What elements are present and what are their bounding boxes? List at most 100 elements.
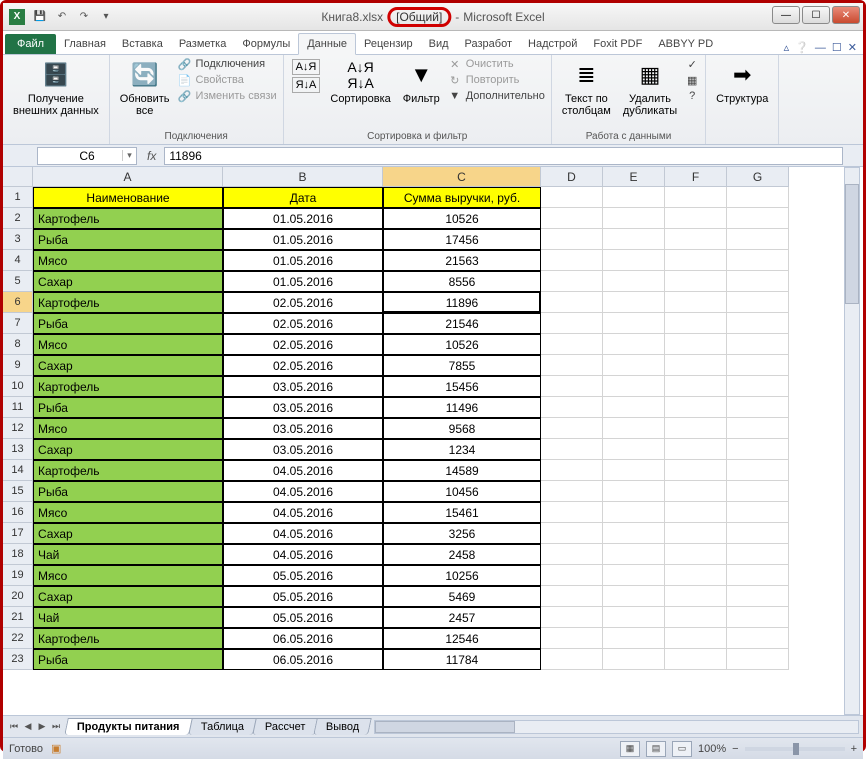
cell-C21[interactable]: 2457: [383, 607, 541, 628]
cell-D6[interactable]: [541, 292, 603, 313]
col-header-B[interactable]: B: [223, 167, 383, 187]
cell-C20[interactable]: 5469: [383, 586, 541, 607]
window-close[interactable]: ✕: [832, 6, 860, 24]
cell-E21[interactable]: [603, 607, 665, 628]
cell-C8[interactable]: 10526: [383, 334, 541, 355]
cell-A5[interactable]: Сахар: [33, 271, 223, 292]
formula-bar[interactable]: 11896: [164, 147, 843, 165]
consolidate-button[interactable]: ▦: [685, 73, 699, 87]
cell-F13[interactable]: [665, 439, 727, 460]
cell-B9[interactable]: 02.05.2016: [223, 355, 383, 376]
cell-E15[interactable]: [603, 481, 665, 502]
row-header-8[interactable]: 8: [3, 334, 33, 355]
sheet-nav-prev[interactable]: ◀: [21, 721, 35, 732]
sort-button[interactable]: А↓ЯЯ↓А Сортировка: [326, 57, 394, 107]
cell-D21[interactable]: [541, 607, 603, 628]
cell-F12[interactable]: [665, 418, 727, 439]
cell-C9[interactable]: 7855: [383, 355, 541, 376]
row-header-12[interactable]: 12: [3, 418, 33, 439]
cell-A8[interactable]: Мясо: [33, 334, 223, 355]
row-header-15[interactable]: 15: [3, 481, 33, 502]
cell-D22[interactable]: [541, 628, 603, 649]
col-header-F[interactable]: F: [665, 167, 727, 187]
cell-C2[interactable]: 10526: [383, 208, 541, 229]
cell-G21[interactable]: [727, 607, 789, 628]
col-header-C[interactable]: C: [383, 167, 541, 187]
cell-G16[interactable]: [727, 502, 789, 523]
cell-B7[interactable]: 02.05.2016: [223, 313, 383, 334]
refresh-all-button[interactable]: 🔄 Обновить все: [116, 57, 174, 119]
cell-D19[interactable]: [541, 565, 603, 586]
cell-B15[interactable]: 04.05.2016: [223, 481, 383, 502]
tab-abbyy[interactable]: ABBYY PD: [650, 34, 721, 54]
cell-C12[interactable]: 9568: [383, 418, 541, 439]
workbook-restore-icon[interactable]: ☐: [832, 41, 842, 54]
advanced-filter-button[interactable]: ▼Дополнительно: [448, 89, 545, 103]
cell-D16[interactable]: [541, 502, 603, 523]
cell-F1[interactable]: [665, 187, 727, 208]
qat-save[interactable]: 💾: [31, 8, 49, 26]
window-minimize[interactable]: —: [772, 6, 800, 24]
cell-B2[interactable]: 01.05.2016: [223, 208, 383, 229]
cell-F3[interactable]: [665, 229, 727, 250]
tab-foxit[interactable]: Foxit PDF: [585, 34, 650, 54]
cell-E19[interactable]: [603, 565, 665, 586]
cell-E6[interactable]: [603, 292, 665, 313]
cell-A18[interactable]: Чай: [33, 544, 223, 565]
cell-D14[interactable]: [541, 460, 603, 481]
cell-D8[interactable]: [541, 334, 603, 355]
cell-F18[interactable]: [665, 544, 727, 565]
cell-F7[interactable]: [665, 313, 727, 334]
cell-F16[interactable]: [665, 502, 727, 523]
cell-C13[interactable]: 1234: [383, 439, 541, 460]
cell-E5[interactable]: [603, 271, 665, 292]
col-header-D[interactable]: D: [541, 167, 603, 187]
cell-D18[interactable]: [541, 544, 603, 565]
row-header-6[interactable]: 6: [3, 292, 33, 313]
qat-redo[interactable]: ↷: [75, 8, 93, 26]
tab-view[interactable]: Вид: [421, 34, 457, 54]
cell-D10[interactable]: [541, 376, 603, 397]
cell-E10[interactable]: [603, 376, 665, 397]
cell-G1[interactable]: [727, 187, 789, 208]
cell-C11[interactable]: 11496: [383, 397, 541, 418]
cell-A13[interactable]: Сахар: [33, 439, 223, 460]
cell-F2[interactable]: [665, 208, 727, 229]
cell-B5[interactable]: 01.05.2016: [223, 271, 383, 292]
namebox-dropdown-icon[interactable]: ▾: [122, 150, 136, 161]
cell-B1[interactable]: Дата: [223, 187, 383, 208]
outline-button[interactable]: ➡ Структура: [712, 57, 772, 107]
row-header-22[interactable]: 22: [3, 628, 33, 649]
workbook-close-icon[interactable]: ✕: [848, 41, 857, 54]
cell-G23[interactable]: [727, 649, 789, 670]
cell-A21[interactable]: Чай: [33, 607, 223, 628]
cell-F11[interactable]: [665, 397, 727, 418]
cell-G18[interactable]: [727, 544, 789, 565]
cell-B21[interactable]: 05.05.2016: [223, 607, 383, 628]
select-all-button[interactable]: [3, 167, 33, 187]
cell-G3[interactable]: [727, 229, 789, 250]
get-external-data-button[interactable]: 🗄️ Получение внешних данных: [9, 57, 103, 119]
cell-D12[interactable]: [541, 418, 603, 439]
zoom-in-button[interactable]: +: [851, 743, 857, 755]
cell-D13[interactable]: [541, 439, 603, 460]
cell-A20[interactable]: Сахар: [33, 586, 223, 607]
cell-A12[interactable]: Мясо: [33, 418, 223, 439]
cell-D9[interactable]: [541, 355, 603, 376]
cell-E4[interactable]: [603, 250, 665, 271]
cell-F15[interactable]: [665, 481, 727, 502]
cell-D15[interactable]: [541, 481, 603, 502]
cell-A6[interactable]: Картофель: [33, 292, 223, 313]
row-header-3[interactable]: 3: [3, 229, 33, 250]
cell-E3[interactable]: [603, 229, 665, 250]
tab-data[interactable]: Данные: [298, 33, 356, 55]
sheet-nav-last[interactable]: ⏭: [49, 721, 63, 732]
cell-F9[interactable]: [665, 355, 727, 376]
cell-A11[interactable]: Рыба: [33, 397, 223, 418]
remove-duplicates-button[interactable]: ▦ Удалить дубликаты: [619, 57, 681, 119]
cell-E17[interactable]: [603, 523, 665, 544]
cell-B13[interactable]: 03.05.2016: [223, 439, 383, 460]
cell-F6[interactable]: [665, 292, 727, 313]
data-validation-button[interactable]: ✓: [685, 57, 699, 71]
cell-B11[interactable]: 03.05.2016: [223, 397, 383, 418]
